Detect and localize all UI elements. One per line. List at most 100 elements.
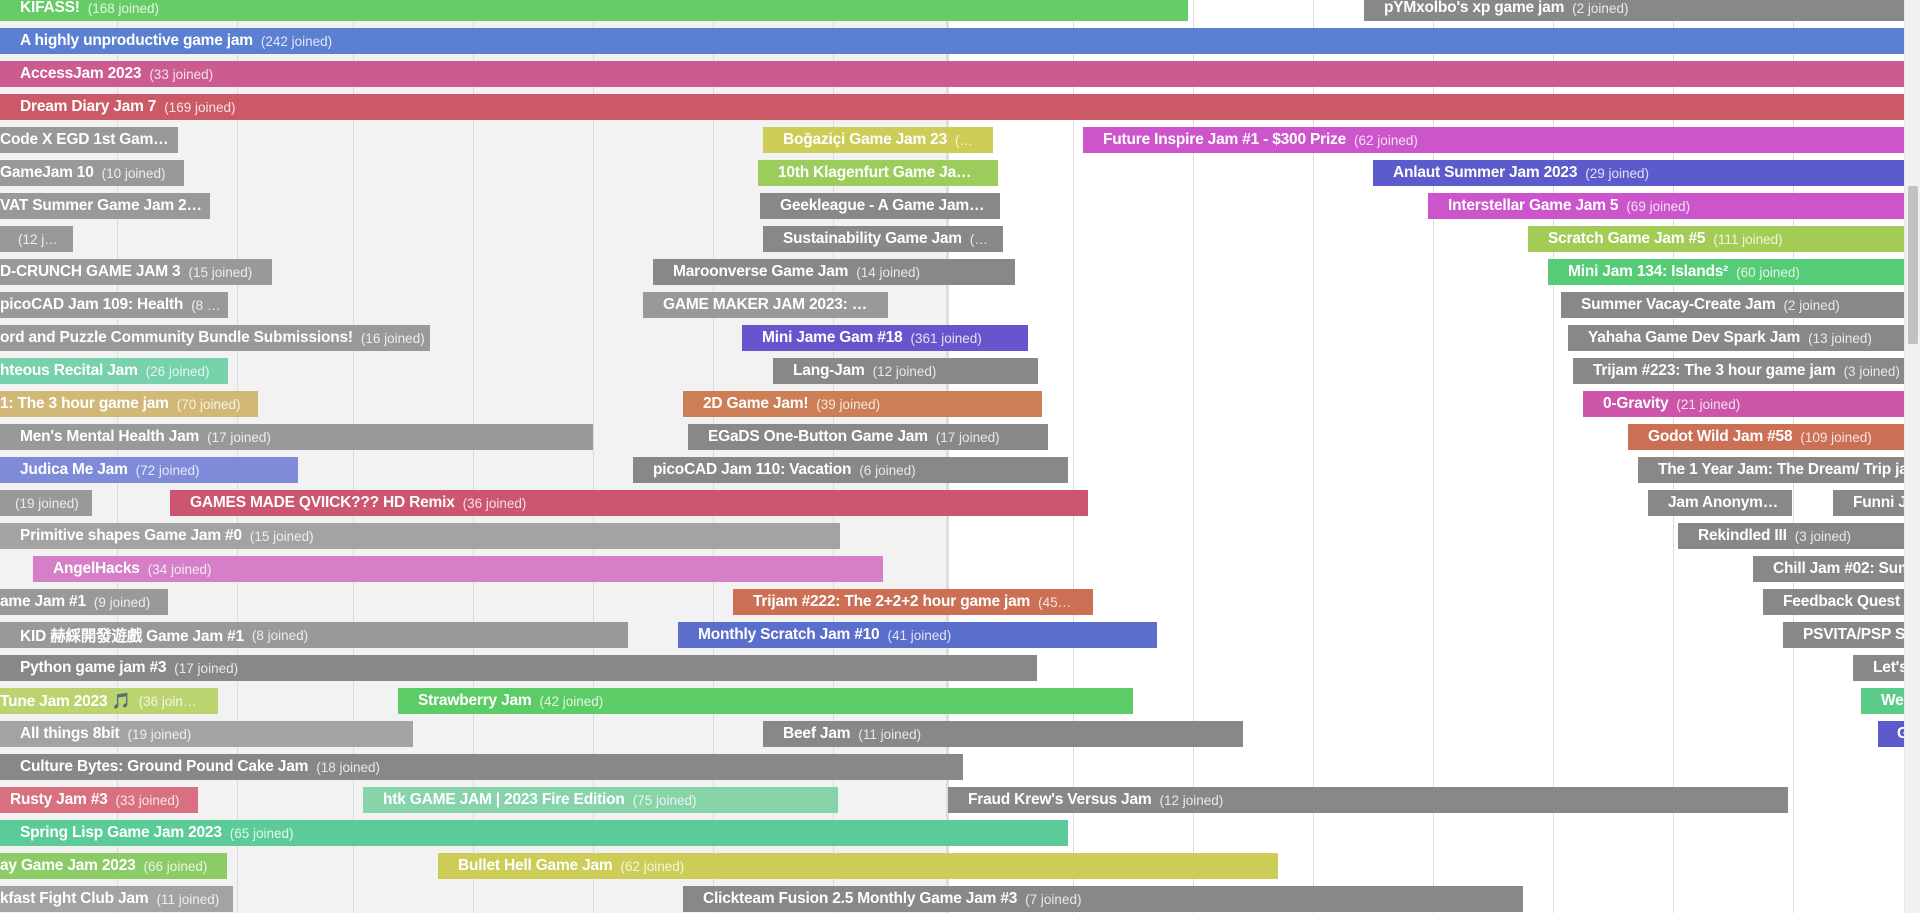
jam-bar[interactable]: picoCAD Jam 110: Vacation (6 joined) [633, 457, 1068, 483]
jam-bar[interactable]: ord and Puzzle Community Bundle Submissi… [0, 325, 430, 351]
jam-bar[interactable]: Let's [1853, 655, 1904, 681]
jam-bar[interactable]: Summer Vacay-Create Jam (2 joined) [1561, 292, 1904, 318]
jam-title: htk GAME JAM | 2023 Fire Edition [383, 791, 625, 808]
jam-bar[interactable]: Rusty Jam #3 (33 joined) [0, 787, 198, 813]
jam-bar[interactable]: ay Game Jam 2023 (66 joined) [0, 853, 227, 879]
jam-title: ord and Puzzle Community Bundle Submissi… [0, 329, 353, 346]
jam-bar[interactable]: We [1861, 688, 1904, 714]
jam-title: picoCAD Jam 110: Vacation [653, 461, 852, 478]
jam-bar[interactable]: Tune Jam 2023 🎵 (36 join… [0, 688, 218, 714]
jam-bar[interactable]: Monthly Scratch Jam #10 (41 joined) [678, 622, 1157, 648]
jam-bar[interactable]: Chill Jam #02: Sum [1753, 556, 1904, 582]
jam-bar[interactable]: 10th Klagenfurt Game Ja… [758, 160, 998, 186]
jam-bar[interactable]: AccessJam 2023 (33 joined) [0, 61, 1904, 87]
jam-calendar-timeline[interactable]: KIFASS! (168 joined) pYMxolbo's xp game j… [0, 0, 1904, 913]
jam-bar[interactable]: picoCAD Jam 109: Health (8 … [0, 292, 228, 318]
jam-title: KID 赫綵開發遊戲 Game Jam #1 [20, 628, 244, 645]
jam-bar[interactable]: Interstellar Game Jam 5 (69 joined) [1428, 193, 1904, 219]
jam-joined-count: (33 joined) [149, 66, 214, 82]
jam-bar[interactable]: AngelHacks (34 joined) [33, 556, 883, 582]
jam-bar[interactable]: Yahaha Game Dev Spark Jam (13 joined) [1568, 325, 1904, 351]
jam-title: 0-Gravity [1603, 395, 1669, 412]
jam-title: Trijam #223: The 3 hour game jam [1593, 362, 1836, 379]
jam-bar[interactable]: Mini Jam 134: Islands² (60 joined) [1548, 259, 1904, 285]
jam-bar[interactable]: A highly unproductive game jam (242 joine… [0, 28, 1904, 54]
jam-bar[interactable]: Strawberry Jam (42 joined) [398, 688, 1133, 714]
jam-bar[interactable]: Sustainability Game Jam (… [763, 226, 1003, 252]
jam-bar[interactable]: Rekindled III (3 joined) [1678, 523, 1904, 549]
jam-title: The 1 Year Jam: The Dream/ Trip ja [1658, 461, 1904, 478]
jam-bar[interactable]: (19 joined) [0, 490, 92, 516]
jam-bar[interactable]: Lang-Jam (12 joined) [773, 358, 1038, 384]
jam-bar[interactable]: Future Inspire Jam #1 - $300 Prize (62 jo… [1083, 127, 1904, 153]
jam-bar[interactable]: D-CRUNCH GAME JAM 3 (15 joined) [0, 259, 272, 285]
jam-bar[interactable]: Clickteam Fusion 2.5 Monthly Game Jam #3… [683, 886, 1523, 912]
jam-joined-count: (36 joined) [462, 495, 527, 511]
jam-bar[interactable]: Fraud Krew's Versus Jam (12 joined) [948, 787, 1788, 813]
jam-bar[interactable]: Judica Me Jam (72 joined) [0, 457, 298, 483]
jam-bar[interactable]: Anlaut Summer Jam 2023 (29 joined) [1373, 160, 1904, 186]
jam-title: G [1897, 725, 1904, 742]
jam-bar[interactable]: Trijam #223: The 3 hour game jam (3 joine… [1573, 358, 1904, 384]
jam-title: Summer Vacay-Create Jam [1581, 296, 1776, 313]
jam-bar[interactable]: htk GAME JAM | 2023 Fire Edition (75 join… [363, 787, 838, 813]
jam-bar[interactable]: KIFASS! (168 joined) [0, 0, 1188, 21]
jam-bar[interactable]: pYMxolbo's xp game jam (2 joined) [1364, 0, 1904, 21]
jam-bar[interactable]: All things 8bit (19 joined) [0, 721, 413, 747]
jam-bar[interactable]: Spring Lisp Game Jam 2023 (65 joined) [0, 820, 1068, 846]
jam-bar[interactable]: VAT Summer Game Jam 2… [0, 193, 210, 219]
jam-title: Anlaut Summer Jam 2023 [1393, 164, 1578, 181]
jam-bar[interactable]: Funni J [1833, 490, 1904, 516]
jam-title: Funni J [1853, 494, 1904, 511]
jam-bar[interactable]: Men's Mental Health Jam (17 joined) [0, 424, 593, 450]
jam-joined-count: (8 joined) [251, 627, 309, 643]
jam-joined-count: (72 joined) [135, 462, 200, 478]
jam-bar[interactable]: Maroonverse Game Jam (14 joined) [653, 259, 1015, 285]
jam-bar[interactable]: Boğaziçi Game Jam 23 (… [763, 127, 993, 153]
jam-bar[interactable]: 2D Game Jam! (39 joined) [683, 391, 1042, 417]
jam-bar[interactable]: hteous Recital Jam (26 joined) [0, 358, 228, 384]
jam-bar[interactable]: Godot Wild Jam #58 (109 joined) [1628, 424, 1904, 450]
jam-bar[interactable]: kfast Fight Club Jam (11 joined) [0, 886, 233, 912]
jam-bar[interactable]: PSVITA/PSP S [1783, 622, 1904, 648]
jam-bar[interactable]: Beef Jam (11 joined) [763, 721, 1243, 747]
jam-joined-count: (36 join… [138, 693, 197, 709]
jam-joined-count: (168 joined) [87, 0, 160, 16]
jam-bar[interactable]: EGaDS One-Button Game Jam (17 joined) [688, 424, 1048, 450]
jam-bar[interactable]: Dream Diary Jam 7 (169 joined) [0, 94, 1904, 120]
jam-bar[interactable]: Feedback Quest [1763, 589, 1904, 615]
jam-bar[interactable]: Bullet Hell Game Jam (62 joined) [438, 853, 1278, 879]
jam-title: Sustainability Game Jam [783, 230, 962, 247]
jam-bar[interactable]: Mini Jame Gam #18 (361 joined) [742, 325, 1028, 351]
jam-joined-count: (26 joined) [145, 363, 210, 379]
jam-bar[interactable]: Culture Bytes: Ground Pound Cake Jam (18 … [0, 754, 963, 780]
jam-bar[interactable]: Trijam #222: The 2+2+2 hour game jam (45… [733, 589, 1093, 615]
jam-bar[interactable]: GAMES MADE QVIICK??? HD Remix (36 joined) [170, 490, 1088, 516]
jam-bar[interactable]: Scratch Game Jam #5 (111 joined) [1528, 226, 1904, 252]
jam-bar[interactable]: Code X EGD 1st Gam… [0, 127, 178, 153]
jam-bar[interactable]: Primitive shapes Game Jam #0 (15 joined) [0, 523, 840, 549]
jam-title: ame Jam #1 [0, 593, 86, 610]
jam-bar[interactable]: ame Jam #1 (9 joined) [0, 589, 168, 615]
jam-bar[interactable]: The 1 Year Jam: The Dream/ Trip ja [1638, 457, 1904, 483]
jam-joined-count: (69 joined) [1626, 198, 1691, 214]
jam-bar[interactable]: 0-Gravity (21 joined) [1583, 391, 1904, 417]
jam-title: VAT Summer Game Jam 2… [0, 197, 202, 214]
scrollbar-thumb[interactable] [1908, 186, 1918, 344]
jam-joined-count: (15 joined) [249, 528, 314, 544]
jam-bar[interactable]: Geekleague - A Game Jam… [760, 193, 1000, 219]
jam-bar[interactable]: KID 赫綵開發遊戲 Game Jam #1 (8 joined) [0, 622, 628, 648]
jam-bar[interactable]: GameJam 10 (10 joined) [0, 160, 184, 186]
jam-joined-count: (11 joined) [858, 726, 922, 742]
vertical-scrollbar[interactable] [1904, 0, 1920, 913]
jam-bar[interactable]: 1: The 3 hour game jam (70 joined) [0, 391, 258, 417]
jam-bar[interactable]: GAME MAKER JAM 2023: … [643, 292, 888, 318]
jam-bar[interactable]: G [1878, 721, 1904, 747]
jam-title: Culture Bytes: Ground Pound Cake Jam [20, 758, 309, 775]
jam-joined-count: (… [955, 132, 973, 148]
jam-bar[interactable]: (12 j… [0, 226, 73, 252]
jam-bar[interactable]: Python game jam #3 (17 joined) [0, 655, 1037, 681]
jam-title: pYMxolbo's xp game jam [1384, 0, 1565, 16]
jam-title: AccessJam 2023 [20, 65, 142, 82]
jam-bar[interactable]: Jam Anonym… [1648, 490, 1792, 516]
